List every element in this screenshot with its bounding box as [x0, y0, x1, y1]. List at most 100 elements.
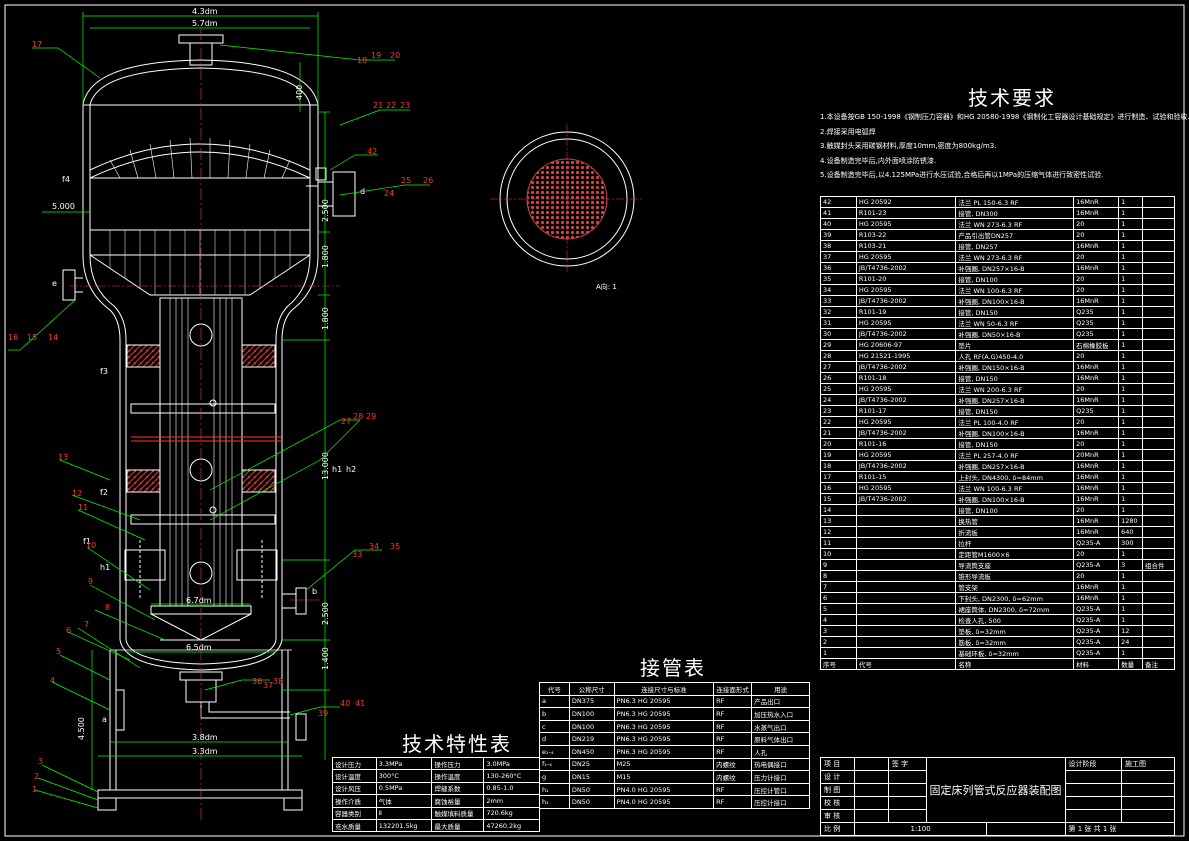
table-row: h₁ DN50 PN4.0 HG 20595 RF 压控计管口	[539, 782, 810, 797]
tb-scale-label: 比 例	[819, 822, 856, 836]
table-cell: 47260.2kg	[483, 818, 540, 833]
table-cell: 27	[820, 361, 857, 373]
table-cell: 11	[820, 537, 857, 549]
table-row: 41 R101-23 接管, DN300 16MnR 1	[820, 207, 1175, 219]
table-cell	[1142, 548, 1175, 560]
table-cell	[1142, 636, 1175, 648]
table-cell: 20	[1073, 548, 1120, 560]
table-row: 27 JB/T4736-2002 补强圈, DN150×16-B 16MnR 1	[820, 361, 1175, 373]
table-row: 40 HG 20595 法兰 WN 273-6.3 RF 20 1	[820, 218, 1175, 230]
svg-text:42: 42	[367, 147, 377, 156]
table-cell: 16MnR	[1073, 394, 1120, 406]
table-cell: DN100	[568, 719, 615, 734]
table-cell	[1142, 207, 1175, 219]
table-cell: b	[539, 707, 570, 721]
svg-text:16: 16	[8, 333, 18, 342]
table-row: f₁-₄ DN25 M25 内螺纹 热电偶接口	[539, 757, 810, 772]
title-block: 项 目 签 字 固定床列管式反应器装配图 设计阶段 施工图 设 计 制 图 校 …	[819, 757, 1176, 836]
table-cell: 热电偶接口	[751, 757, 810, 772]
table-cell: 20	[1073, 229, 1120, 241]
table-cell	[1142, 449, 1175, 461]
tech-req-item: 1.本设备按GB 150-1998《钢制压力容器》和HG 20580-1998《…	[820, 113, 1189, 121]
svg-text:6: 6	[66, 626, 71, 635]
table-cell: PN6.3 HG 20595	[613, 744, 715, 759]
table-cell: 16MnR	[1073, 372, 1120, 384]
svg-text:5.000: 5.000	[52, 202, 75, 211]
table-cell: 腐蚀裕量	[431, 794, 485, 808]
table-cell: 28	[820, 350, 857, 362]
table-cell: Q235-A	[1073, 603, 1120, 615]
table-row: 37 HG 20595 法兰 WN 273-6.3 RF 20 1	[820, 251, 1175, 263]
svg-text:12: 12	[72, 489, 82, 498]
table-cell	[855, 559, 957, 571]
table-cell: 1	[1118, 339, 1144, 351]
table-cell: 1	[1118, 284, 1144, 296]
svg-text:10: 10	[86, 541, 96, 550]
svg-text:h1: h1	[332, 465, 342, 474]
table-cell: PN6.3 HG 20595	[613, 719, 715, 734]
table-cell: 8	[820, 570, 857, 582]
table-cell: 20	[1073, 416, 1120, 428]
table-cell: g	[539, 770, 570, 784]
table-cell	[1142, 614, 1175, 626]
tb-design: 设 计	[819, 770, 856, 784]
table-cell: PN6.3 HG 20595	[613, 707, 715, 721]
table-row: 11 拉杆 Q235-A 300	[820, 537, 1175, 549]
svg-text:f4: f4	[62, 175, 70, 184]
nozzle-table: 代号 公称尺寸 连接尺寸与标准 连接面形式 用途 a DN375 PN6.3 HG 2059…	[539, 682, 810, 809]
svg-text:3.8dm: 3.8dm	[192, 733, 218, 742]
table-cell: 32	[820, 306, 857, 318]
table-row: 操作介质 气体 腐蚀裕量 2mm	[332, 794, 540, 808]
table-cell	[1142, 427, 1175, 439]
table-cell: 接管, DN300	[955, 207, 1075, 219]
svg-text:23: 23	[400, 101, 410, 110]
table-row: 38 R103-21 接管, DN257 16MnR 1	[820, 240, 1175, 252]
table-header-cell: 连接面形式	[713, 682, 753, 696]
table-cell: DN450	[568, 744, 615, 759]
table-cell: c	[539, 719, 570, 734]
table-cell: 300°C	[375, 769, 433, 783]
svg-text:36: 36	[252, 677, 262, 686]
table-row: 14 接管, DN100 20 1	[820, 504, 1175, 516]
parts-list-table: 42 HG 20592 法兰 PL 150-6.3 RF 16MnR 1 41 R101-2…	[820, 196, 1175, 670]
table-cell: 16MnR	[1073, 471, 1120, 483]
table-cell: 25	[820, 383, 857, 395]
table-cell: 16MnR	[1073, 592, 1120, 604]
table-cell: 4	[820, 614, 857, 626]
table-header-cell: 备注	[1142, 658, 1175, 670]
svg-text:27: 27	[341, 417, 351, 426]
table-cell: 20	[1073, 383, 1120, 395]
table-cell: JB/T4736-2002	[855, 427, 957, 439]
table-cell: 设计压力	[332, 756, 377, 771]
tb-draw: 制 图	[819, 783, 856, 797]
table-cell: PN6.3 HG 20595	[613, 694, 715, 709]
table-cell: 检查人孔, 500	[955, 614, 1075, 626]
table-cell	[1142, 251, 1175, 263]
table-cell: 原料气体出口	[751, 732, 810, 746]
svg-text:h1: h1	[100, 563, 110, 572]
leader-lines	[8, 44, 430, 809]
table-cell: 法兰 WN 50-6.3 RF	[955, 317, 1075, 329]
table-cell: 1	[1118, 350, 1144, 362]
svg-text:19: 19	[371, 51, 381, 60]
svg-text:34: 34	[369, 542, 379, 551]
table-header-cell: 用途	[751, 682, 810, 696]
table-cell: 垫片	[955, 339, 1075, 351]
table-cell	[1142, 482, 1175, 494]
drawing-canvas: 4.3dm 5.7dm 400 2.500 1.800 1.800 13.000…	[0, 0, 1189, 841]
table-cell: HG 20595	[855, 218, 957, 230]
table-cell: RF	[713, 719, 753, 734]
table-row: 20 R101-16 接管, DN150 20 1	[820, 438, 1175, 450]
table-cell: 锥形导流板	[955, 570, 1075, 582]
table-row: 36 JB/T4736-2002 补强圈, DN257×16-B 16MnR 1	[820, 262, 1175, 274]
table-cell: 7	[820, 581, 857, 593]
svg-text:400: 400	[295, 85, 304, 100]
table-row: 充水质量 132201.5kg 最大质量 47260.2kg	[332, 818, 540, 833]
svg-text:20: 20	[390, 51, 400, 60]
table-cell: 16MnR	[1073, 361, 1120, 373]
table-row: c DN100 PN6.3 HG 20595 RF 水蒸气出口	[539, 719, 810, 734]
svg-text:33: 33	[352, 550, 362, 559]
svg-text:6.5dm: 6.5dm	[186, 643, 212, 652]
table-header-cell: 代号	[855, 658, 957, 670]
table-row: 15 JB/T4736-2002 补强圈, DN100×16-B 16MnR 1	[820, 493, 1175, 505]
